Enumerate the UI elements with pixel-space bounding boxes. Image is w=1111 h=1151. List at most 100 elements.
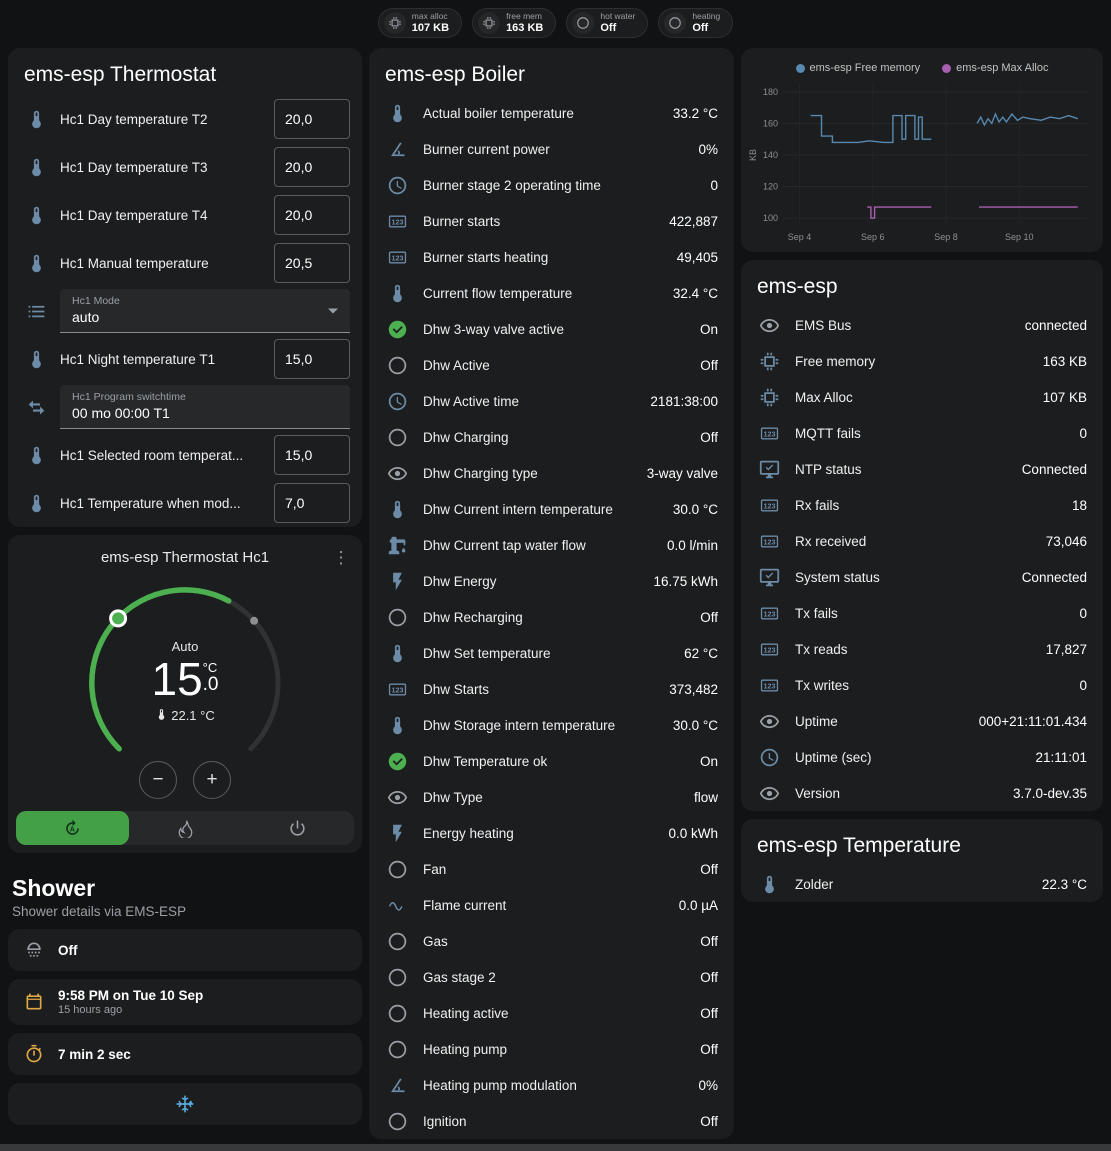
- badge-heating[interactable]: heatingOff: [658, 8, 733, 38]
- hc1-night-temperature-t1-input[interactable]: 15,0: [274, 339, 350, 379]
- badge-free-mem[interactable]: free mem163 KB: [472, 8, 556, 38]
- entity-row-system-status[interactable]: System statusConnected: [741, 559, 1103, 595]
- circle-icon: [385, 1037, 409, 1061]
- entity-row-burner-starts[interactable]: 123Burner starts422,887: [369, 203, 734, 239]
- counter-icon: 123: [757, 601, 781, 625]
- svg-text:123: 123: [763, 430, 775, 438]
- entity-row-dhw-current-tap-water-flow[interactable]: Dhw Current tap water flow0.0 l/min: [369, 527, 734, 563]
- thermostat-dial[interactable]: Auto 15 °C .0 22.1 °C: [65, 573, 305, 785]
- entity-row-burner-starts-heating[interactable]: 123Burner starts heating49,405: [369, 239, 734, 275]
- entity-value: Off: [700, 862, 718, 877]
- entity-row-heating-active[interactable]: Heating activeOff: [369, 995, 734, 1031]
- shower-section-title: Shower: [12, 875, 358, 902]
- badge-label: free mem: [506, 12, 543, 21]
- counter-icon: 123: [757, 493, 781, 517]
- entity-value: 0.0 µA: [679, 898, 718, 913]
- hc1-temperature-when-mod-input[interactable]: 7,0: [274, 483, 350, 523]
- entity-row-dhw-type[interactable]: Dhw Typeflow: [369, 779, 734, 815]
- entity-label: Rx fails: [795, 498, 1058, 513]
- entity-value: 0%: [698, 1078, 718, 1093]
- entity-row-dhw-active[interactable]: Dhw ActiveOff: [369, 347, 734, 383]
- hc1-selected-room-temperat-input[interactable]: 15,0: [274, 435, 350, 475]
- shower-card-9-58-pm-on-tue-10-sep[interactable]: 9:58 PM on Tue 10 Sep15 hours ago: [8, 979, 362, 1025]
- entity-label: Gas stage 2: [423, 970, 686, 985]
- badge-label: hot water: [600, 12, 635, 21]
- left-column: ems-esp Thermostat Hc1 Day temperature T…: [8, 48, 362, 1125]
- entity-value: Off: [700, 1042, 718, 1057]
- entity-row-tx-reads[interactable]: 123Tx reads17,827: [741, 631, 1103, 667]
- check-icon: [385, 317, 409, 341]
- entity-row-current-flow-temperature[interactable]: Current flow temperature32.4 °C: [369, 275, 734, 311]
- entity-row-dhw-energy[interactable]: Dhw Energy16.75 kWh: [369, 563, 734, 599]
- entity-label: System status: [795, 570, 1008, 585]
- entity-row-burner-stage-2-operating-time[interactable]: Burner stage 2 operating time0: [369, 167, 734, 203]
- badge-label: max alloc: [412, 12, 449, 21]
- entity-value: 30.0 °C: [673, 502, 718, 517]
- hvac-mode-auto-button[interactable]: A: [16, 811, 129, 845]
- entity-value: Off: [700, 430, 718, 445]
- hc1-day-temperature-t4-input[interactable]: 20,0: [274, 195, 350, 235]
- entity-row-dhw-temperature-ok[interactable]: Dhw Temperature okOn: [369, 743, 734, 779]
- entity-row-tx-writes[interactable]: 123Tx writes0: [741, 667, 1103, 703]
- entity-row-actual-boiler-temperature[interactable]: Actual boiler temperature33.2 °C: [369, 95, 734, 131]
- entity-row-fan[interactable]: FanOff: [369, 851, 734, 887]
- entity-row-tx-fails[interactable]: 123Tx fails0: [741, 595, 1103, 631]
- entity-row-dhw-current-intern-temperature[interactable]: Dhw Current intern temperature30.0 °C: [369, 491, 734, 527]
- legend-item-ems-esp-max-alloc[interactable]: ems-esp Max Alloc: [942, 62, 1048, 74]
- shower-card-snowflake[interactable]: [8, 1083, 362, 1125]
- entity-row-dhw-charging[interactable]: Dhw ChargingOff: [369, 419, 734, 455]
- entity-row-dhw-recharging[interactable]: Dhw RechargingOff: [369, 599, 734, 635]
- entity-row-dhw-set-temperature[interactable]: Dhw Set temperature62 °C: [369, 635, 734, 671]
- hc1-program-switchtime-field[interactable]: Hc1 Program switchtime00 mo 00:00 T1: [60, 385, 350, 429]
- entity-row-burner-current-power[interactable]: Burner current power0%: [369, 131, 734, 167]
- shower-card-off[interactable]: Off: [8, 929, 362, 971]
- list-icon: [24, 299, 48, 323]
- entity-row-flame-current[interactable]: Flame current 0.0 µA: [369, 887, 734, 923]
- control-label: Hc1 Day temperature T4: [60, 208, 262, 223]
- hc1-day-temperature-t2-input[interactable]: 20,0: [274, 99, 350, 139]
- entity-row-dhw-3-way-valve-active[interactable]: Dhw 3-way valve activeOn: [369, 311, 734, 347]
- entity-label: Flame current: [423, 898, 665, 913]
- entity-row-free-memory[interactable]: Free memory163 KB: [741, 343, 1103, 379]
- entity-row-ems-bus[interactable]: EMS Busconnected: [741, 307, 1103, 343]
- circle-icon: [385, 1001, 409, 1025]
- boiler-card: ems-esp Boiler Actual boiler temperature…: [369, 48, 734, 1139]
- entity-row-heating-pump-modulation[interactable]: Heating pump modulation0%: [369, 1067, 734, 1103]
- hc1-manual-temperature-input[interactable]: 20,5: [274, 243, 350, 283]
- entity-row-uptime[interactable]: Uptime000+21:11:01.434: [741, 703, 1103, 739]
- hc1-day-temperature-t3-input[interactable]: 20,0: [274, 147, 350, 187]
- entity-row-zolder[interactable]: Zolder22.3 °C: [741, 866, 1103, 902]
- entity-row-gas[interactable]: GasOff: [369, 923, 734, 959]
- entity-row-uptime-sec[interactable]: Uptime (sec)21:11:01: [741, 739, 1103, 775]
- entity-row-dhw-storage-intern-temperature[interactable]: Dhw Storage intern temperature30.0 °C: [369, 707, 734, 743]
- entity-row-rx-received[interactable]: 123Rx received73,046: [741, 523, 1103, 559]
- entity-row-version[interactable]: Version3.7.0-dev.35: [741, 775, 1103, 811]
- entity-row-dhw-starts[interactable]: 123Dhw Starts373,482: [369, 671, 734, 707]
- entity-row-mqtt-fails[interactable]: 123MQTT fails0: [741, 415, 1103, 451]
- thermometer-icon: [385, 101, 409, 125]
- eye-icon: [385, 461, 409, 485]
- entity-row-gas-stage-2[interactable]: Gas stage 2Off: [369, 959, 734, 995]
- entity-row-ignition[interactable]: IgnitionOff: [369, 1103, 734, 1139]
- temperature-increase-button[interactable]: +: [193, 761, 231, 799]
- badge-max-alloc[interactable]: max alloc107 KB: [378, 8, 462, 38]
- calendar-icon: [22, 990, 46, 1014]
- entity-row-max-alloc[interactable]: Max Alloc107 KB: [741, 379, 1103, 415]
- hvac-mode-heat-button[interactable]: [129, 811, 242, 845]
- temperature-decrease-button[interactable]: −: [139, 761, 177, 799]
- entity-row-rx-fails[interactable]: 123Rx fails18: [741, 487, 1103, 523]
- entity-row-ntp-status[interactable]: NTP statusConnected: [741, 451, 1103, 487]
- entity-row-dhw-active-time[interactable]: Dhw Active time2181:38:00: [369, 383, 734, 419]
- entity-row-energy-heating[interactable]: Energy heating0.0 kWh: [369, 815, 734, 851]
- memory-chart-card: ems-esp Free memory ems-esp Max Alloc 1001…: [741, 48, 1103, 252]
- badge-hot-water[interactable]: hot waterOff: [566, 8, 648, 38]
- counter-icon: 123: [385, 209, 409, 233]
- hc1-mode-select[interactable]: Hc1 Modeauto: [60, 289, 350, 333]
- legend-item-ems-esp-free-memory[interactable]: ems-esp Free memory: [796, 62, 921, 74]
- entity-row-dhw-charging-type[interactable]: Dhw Charging type3-way valve: [369, 455, 734, 491]
- kebab-menu-icon[interactable]: ⋮: [328, 545, 354, 571]
- chart-plot[interactable]: 100120140160180Sep 4Sep 6Sep 8Sep 10KB: [747, 78, 1093, 246]
- hvac-mode-off-button[interactable]: [241, 811, 354, 845]
- shower-card-7-min-2-sec[interactable]: 7 min 2 sec: [8, 1033, 362, 1075]
- entity-row-heating-pump[interactable]: Heating pumpOff: [369, 1031, 734, 1067]
